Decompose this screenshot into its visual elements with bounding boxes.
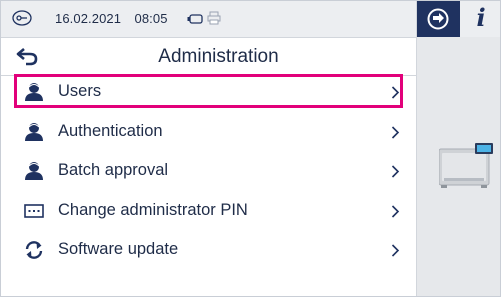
status-datetime: 16.02.2021 08:05 (55, 11, 168, 26)
menu-item-software-update[interactable]: Software update (1, 231, 416, 271)
screen-frame: 16.02.2021 08:05 i Administration Users … (0, 0, 501, 297)
info-button[interactable]: i (460, 1, 500, 37)
refresh-icon (25, 241, 43, 259)
chevron-right-icon (391, 86, 400, 99)
chevron-right-icon (391, 244, 400, 257)
chevron-right-icon (391, 165, 400, 178)
user-icon (25, 162, 43, 180)
chevron-right-icon (391, 204, 400, 218)
menu-item-batch-approval[interactable]: Batch approval (1, 152, 416, 192)
device-image (439, 143, 493, 188)
printer-icon (207, 11, 221, 25)
status-date: 16.02.2021 (55, 11, 122, 26)
menu-item-label: Authentication (58, 121, 163, 140)
key-lock-icon (12, 10, 32, 26)
menu-item-label: Users (58, 82, 102, 100)
status-bar: 16.02.2021 08:05 (1, 1, 416, 38)
menu-item-users[interactable]: Users (1, 73, 416, 113)
menu-item-authentication[interactable]: Authentication (1, 113, 416, 153)
user-icon (25, 122, 43, 141)
admin-menu: Users Authentication Batch approval Chan… (1, 73, 416, 271)
page-title: Administration (158, 46, 279, 67)
menu-item-change-admin-pin[interactable]: Change administrator PIN (1, 192, 416, 232)
menu-item-label: Batch approval (58, 161, 169, 179)
status-time: 08:05 (134, 11, 168, 26)
usb-stick-icon (187, 14, 203, 24)
pin-keypad-icon (24, 203, 44, 218)
info-icon: i (476, 3, 486, 32)
menu-item-label: Software update (58, 240, 179, 258)
program-mode-button[interactable] (417, 1, 460, 37)
menu-item-label: Change administrator PIN (58, 200, 248, 219)
chevron-right-icon (391, 125, 400, 139)
title-bar: Administration (1, 38, 416, 76)
user-icon (25, 83, 43, 101)
sterilization-mode-icon (427, 8, 449, 30)
right-panel: i (416, 1, 500, 296)
